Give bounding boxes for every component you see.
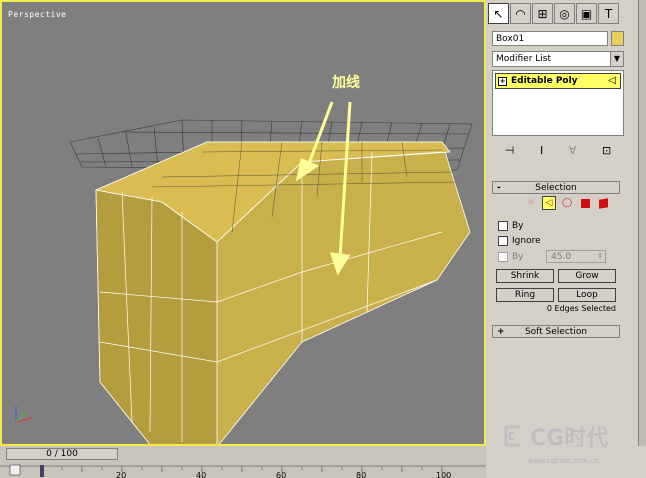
utilities-tab[interactable]: T xyxy=(598,3,619,24)
selection-rollout-header[interactable]: - Selection xyxy=(492,181,620,194)
shrink-button[interactable]: Shrink xyxy=(496,269,554,283)
command-panel: ↖ ◠ ⊞ ◎ ▣ T Box01 Modifier List ▼ + Edit… xyxy=(488,0,646,446)
checkbox-box[interactable] xyxy=(498,252,508,262)
ruler-tick-label: 20 xyxy=(116,471,126,478)
subobject-level-buttons: ⁘ ◁ ◯ xyxy=(524,196,610,210)
checkbox-box[interactable] xyxy=(498,236,508,246)
pin-stack-icon[interactable]: ⊣ xyxy=(505,144,515,157)
checkbox-box[interactable] xyxy=(498,221,508,231)
perspective-viewport[interactable]: Perspective 加线 xyxy=(0,0,486,446)
ruler-tick-label: 60 xyxy=(276,471,286,478)
time-slider-handle xyxy=(9,464,21,476)
viewport-scene xyxy=(15,101,473,444)
vertex-icon[interactable]: ⁘ xyxy=(524,196,538,210)
display-tab-icon: ▣ xyxy=(580,6,593,21)
track-bar[interactable]: 20 40 60 80 100 xyxy=(0,462,486,478)
selection-rollout-title: Selection xyxy=(535,183,577,193)
editable-poly-mesh xyxy=(94,141,471,444)
watermark-logo-icon xyxy=(504,425,520,447)
show-end-result-icon[interactable]: I xyxy=(540,144,543,157)
modifier-stack[interactable]: + Editable Poly ◁ xyxy=(492,70,624,136)
motion-tab[interactable]: ◎ xyxy=(554,3,575,24)
ignore-backfacing-checkbox[interactable]: Ignore xyxy=(498,236,541,246)
motion-tab-icon: ◎ xyxy=(559,6,570,21)
by-angle-label: By xyxy=(512,252,524,262)
border-icon[interactable]: ◯ xyxy=(560,196,574,210)
edge-icon[interactable]: ◁ xyxy=(542,196,556,210)
hierarchy-tab[interactable]: ⊞ xyxy=(532,3,553,24)
collapse-icon: - xyxy=(497,183,501,193)
display-tab[interactable]: ▣ xyxy=(576,3,597,24)
object-color-swatch[interactable] xyxy=(611,31,624,46)
expand-icon: + xyxy=(497,327,505,337)
watermark: CG时代 xyxy=(500,420,608,452)
angle-spinner[interactable]: 45.0 ⇕ xyxy=(546,250,606,263)
by-vertex-label: By xyxy=(512,221,524,231)
panel-scrollbar[interactable] xyxy=(638,0,646,446)
selection-status: 0 Edges Selected xyxy=(546,304,616,313)
polygon-icon[interactable] xyxy=(578,196,592,210)
timeline: 0 / 100 20 40 60 80 100 xyxy=(0,446,486,478)
modify-tab-icon: ◠ xyxy=(515,6,526,21)
soft-selection-rollout-header[interactable]: + Soft Selection xyxy=(492,325,620,338)
edge-subobject-icon: ◁ xyxy=(608,75,616,86)
modify-tab[interactable]: ◠ xyxy=(510,3,531,24)
loop-button[interactable]: Loop xyxy=(558,288,616,302)
ruler-tick-label: 40 xyxy=(196,471,206,478)
configure-modifier-sets-icon[interactable]: ⊡ xyxy=(602,144,611,157)
utilities-tab-icon: T xyxy=(604,6,613,21)
by-vertex-checkbox[interactable]: By xyxy=(498,221,524,231)
ruler-tick-label: 80 xyxy=(356,471,366,478)
ignore-backfacing-label: Ignore xyxy=(512,236,541,246)
stack-item-editable-poly[interactable]: + Editable Poly ◁ xyxy=(495,73,621,89)
modifier-list-dropdown[interactable]: Modifier List ▼ xyxy=(492,51,624,67)
angle-value: 45.0 xyxy=(551,252,572,262)
stack-item-label: Editable Poly xyxy=(511,76,578,86)
grow-button[interactable]: Grow xyxy=(558,269,616,283)
watermark-url: www.cgtime.com.cn xyxy=(528,457,599,465)
modifier-list-label: Modifier List xyxy=(496,54,551,64)
object-name-field[interactable]: Box01 xyxy=(492,31,608,46)
by-angle-checkbox[interactable]: By xyxy=(498,252,524,262)
soft-selection-title: Soft Selection xyxy=(524,327,588,337)
watermark-text: CG时代 xyxy=(530,426,609,451)
stack-toolbar: ⊣ I ∀ ⊡ xyxy=(492,141,624,159)
make-unique-icon[interactable]: ∀ xyxy=(569,144,577,157)
spinner-arrows-icon[interactable]: ⇕ xyxy=(597,250,603,262)
hierarchy-tab-icon: ⊞ xyxy=(537,6,548,21)
time-slider[interactable]: 0 / 100 xyxy=(6,448,118,460)
command-panel-tabs: ↖ ◠ ⊞ ◎ ▣ T xyxy=(488,3,628,25)
ruler-tick-label: 100 xyxy=(436,471,451,478)
ring-button[interactable]: Ring xyxy=(496,288,554,302)
create-tab[interactable]: ↖ xyxy=(488,3,509,24)
expand-icon[interactable]: + xyxy=(498,76,507,86)
axis-gizmo-icon xyxy=(15,406,33,423)
annotation-label: 加线 xyxy=(332,75,360,91)
element-icon[interactable] xyxy=(596,196,610,210)
create-tab-icon: ↖ xyxy=(493,6,504,21)
chevron-down-icon[interactable]: ▼ xyxy=(610,52,623,66)
